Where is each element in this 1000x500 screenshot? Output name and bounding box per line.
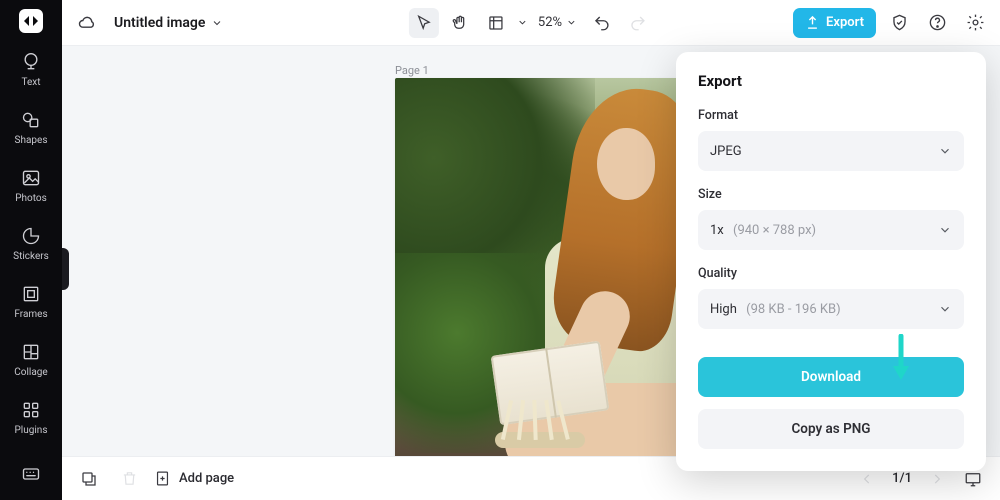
select-tool-button[interactable] (409, 8, 439, 38)
sidebar-item-label: Plugins (15, 425, 48, 436)
sidebar-item-label: Stickers (13, 251, 49, 262)
crop-tool-button[interactable] (481, 8, 511, 38)
layers-button[interactable] (74, 464, 104, 494)
chevron-down-icon (211, 17, 223, 29)
sidebar-expand-handle[interactable] (62, 248, 69, 290)
stickers-icon (21, 226, 41, 246)
chevron-down-icon (938, 302, 952, 316)
quality-detail: (98 KB - 196 KB) (746, 302, 841, 317)
sidebar-item-stickers[interactable]: Stickers (0, 216, 62, 274)
undo-button[interactable] (587, 8, 617, 38)
copy-as-png-button[interactable]: Copy as PNG (698, 409, 964, 449)
keyboard-icon (21, 464, 41, 484)
sidebar-item-photos[interactable]: Photos (0, 158, 62, 216)
main-area: Untitled image 52% (62, 0, 1000, 500)
export-panel: Export Format JPEG Size 1x (940 × 788 px… (676, 52, 986, 471)
sidebar-item-label: Photos (15, 193, 47, 204)
download-button[interactable]: Download (698, 357, 964, 397)
add-page-icon (154, 470, 171, 487)
plugins-icon (21, 400, 41, 420)
sidebar-item-shapes[interactable]: Shapes (0, 100, 62, 158)
zoom-value: 52% (538, 15, 562, 30)
document-title-dropdown[interactable]: Untitled image (114, 15, 223, 31)
zoom-level-dropdown[interactable]: 52% (534, 15, 581, 30)
sidebar-item-label: Frames (14, 309, 47, 320)
help-button[interactable] (922, 8, 952, 38)
settings-button[interactable] (960, 8, 990, 38)
collage-icon (21, 342, 41, 362)
sidebar-item-label: Shapes (15, 135, 48, 146)
export-button[interactable]: Export (793, 8, 876, 38)
format-select[interactable]: JPEG (698, 131, 964, 171)
export-panel-title: Export (698, 72, 964, 90)
export-icon (805, 15, 820, 30)
size-select[interactable]: 1x (940 × 788 px) (698, 210, 964, 250)
size-detail: (940 × 788 px) (733, 223, 816, 238)
hand-tool-button[interactable] (445, 8, 475, 38)
left-sidebar: Text Shapes Photos Stickers Frames (0, 0, 62, 500)
frames-icon (21, 284, 41, 304)
sidebar-item-label: Text (21, 77, 40, 88)
format-label: Format (698, 108, 964, 123)
chevron-down-icon (938, 144, 952, 158)
app-root: Text Shapes Photos Stickers Frames (0, 0, 1000, 500)
sidebar-item-plugins[interactable]: Plugins (0, 390, 62, 448)
page-label: Page 1 (395, 64, 429, 77)
delete-page-button[interactable] (114, 464, 144, 494)
quality-value: High (710, 302, 737, 317)
chevron-down-icon (566, 17, 577, 28)
redo-button[interactable] (623, 8, 653, 38)
sidebar-item-text[interactable]: Text (0, 42, 62, 100)
sidebar-item-collage[interactable]: Collage (0, 332, 62, 390)
add-page-button[interactable]: Add page (154, 470, 234, 487)
export-button-label: Export (826, 15, 864, 30)
chevron-down-icon (938, 223, 952, 237)
sidebar-item-label: Collage (14, 367, 47, 378)
chevron-down-icon[interactable] (517, 17, 528, 28)
size-value: 1x (710, 223, 724, 238)
quality-label: Quality (698, 266, 964, 281)
sidebar-item-keyboard[interactable] (0, 454, 62, 500)
format-value: JPEG (710, 144, 742, 159)
page-counter: 1/1 (892, 471, 912, 486)
add-page-label: Add page (179, 471, 234, 486)
photos-icon (21, 168, 41, 188)
quality-select[interactable]: High (98 KB - 196 KB) (698, 289, 964, 329)
app-logo[interactable] (16, 6, 46, 36)
topbar: Untitled image 52% (62, 0, 1000, 46)
size-label: Size (698, 187, 964, 202)
cloud-sync-button[interactable] (72, 8, 102, 38)
document-title: Untitled image (114, 15, 205, 31)
shield-button[interactable] (884, 8, 914, 38)
shapes-icon (21, 110, 41, 130)
text-icon (21, 52, 41, 72)
sidebar-item-frames[interactable]: Frames (0, 274, 62, 332)
